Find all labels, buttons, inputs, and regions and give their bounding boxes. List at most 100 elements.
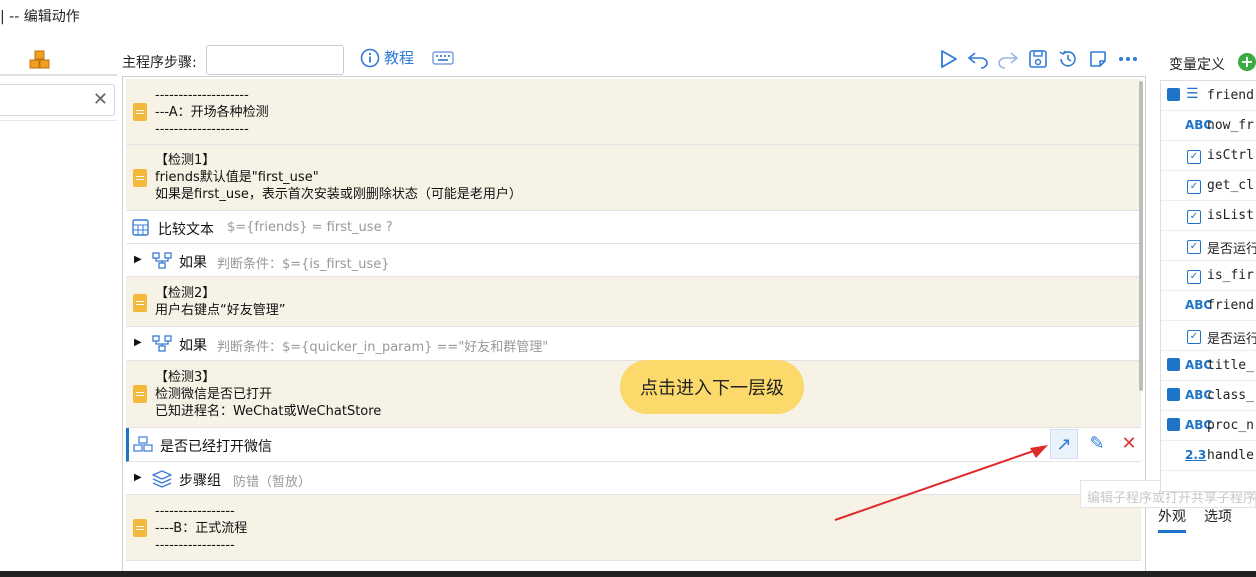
variable-name: now_fr bbox=[1207, 118, 1254, 133]
step-hint: 判断条件：$={quicker_in_param} =="好友和群管理" bbox=[217, 340, 549, 355]
variable-name: get_cl bbox=[1207, 178, 1254, 193]
step-label: 主程序步骤: bbox=[122, 55, 197, 71]
variable-name: isList bbox=[1207, 208, 1254, 223]
checkbox-type-icon: ✓ bbox=[1187, 238, 1201, 254]
subprogram-icon bbox=[133, 436, 153, 452]
if-step[interactable]: ▶ 如果 判断条件：$={is_first_use} bbox=[126, 244, 1141, 277]
variables-tabs: 外观 选项 bbox=[1158, 506, 1232, 533]
tab-appearance[interactable]: 外观 bbox=[1158, 506, 1186, 533]
step-list-scrollbar[interactable] bbox=[1139, 81, 1143, 391]
checkbox-type-icon: ✓ bbox=[1187, 178, 1201, 194]
taskbar-strip bbox=[0, 571, 1256, 577]
variable-item[interactable]: ✓ 是否运行 bbox=[1161, 231, 1256, 261]
keyboard-icon[interactable] bbox=[432, 50, 454, 65]
run-icon[interactable] bbox=[936, 47, 960, 71]
redo-icon[interactable] bbox=[996, 47, 1020, 71]
tutorial-label: 教程 bbox=[384, 49, 415, 67]
variable-item[interactable]: ABC title_ bbox=[1161, 351, 1256, 381]
variables-title: 变量定义 bbox=[1169, 57, 1225, 73]
note-step[interactable]: -------------------- ---A：开场各种检测 -------… bbox=[126, 79, 1141, 145]
title-bar: | -- 编辑动作 bbox=[0, 0, 1256, 30]
tab-options[interactable]: 选项 bbox=[1204, 506, 1232, 533]
step-title: 步骤组 bbox=[179, 473, 221, 489]
if-step[interactable]: ▶ 如果 判断条件：$={quicker_in_param} =="好友和群管理… bbox=[126, 327, 1141, 361]
variable-name: 是否运行 bbox=[1207, 332, 1256, 347]
variable-name: friend bbox=[1207, 298, 1254, 313]
save-icon bbox=[1167, 388, 1180, 404]
variable-name: handle bbox=[1207, 448, 1254, 463]
save-icon[interactable] bbox=[1026, 47, 1050, 71]
variable-item[interactable]: ABC proc_n bbox=[1161, 411, 1256, 441]
variable-name: 是否运行 bbox=[1207, 242, 1256, 257]
note-text: -------------------- ---A：开场各种检测 -------… bbox=[155, 88, 269, 137]
note-step[interactable]: 【检测2】 用户右键点“好友管理” bbox=[126, 277, 1141, 327]
row-actions: ↗ ✎ ✕ bbox=[1050, 429, 1142, 459]
variable-name: title_ bbox=[1207, 358, 1254, 373]
variable-item[interactable]: ABC now_fr bbox=[1161, 111, 1256, 141]
expand-icon[interactable]: ▶ bbox=[134, 472, 142, 483]
delete-icon[interactable]: ✕ bbox=[1116, 429, 1142, 457]
note-icon bbox=[133, 169, 147, 187]
modules-icon[interactable] bbox=[28, 50, 52, 74]
checkbox-type-icon: ✓ bbox=[1187, 328, 1201, 344]
checkbox-type-icon: ✓ bbox=[1187, 208, 1201, 224]
expand-icon[interactable]: ▶ bbox=[134, 337, 142, 348]
layers-icon bbox=[152, 470, 172, 488]
undo-icon[interactable] bbox=[966, 47, 990, 71]
compare-text-step[interactable]: 比较文本 $={friends} = first_use ? bbox=[126, 211, 1141, 244]
edit-icon[interactable]: ✎ bbox=[1084, 429, 1110, 457]
variable-name: proc_n bbox=[1207, 418, 1254, 433]
variable-name: friend bbox=[1207, 88, 1254, 103]
tutorial-link[interactable]: 教程 bbox=[360, 47, 454, 68]
save-icon bbox=[1167, 418, 1180, 434]
left-search-input[interactable]: ✕ bbox=[0, 84, 115, 116]
variable-item[interactable]: ✓ isList bbox=[1161, 201, 1256, 231]
note-text: ----------------- ----B：正式流程 -----------… bbox=[155, 504, 248, 553]
step-title: 如果 bbox=[179, 338, 207, 354]
save-icon bbox=[1167, 358, 1180, 374]
step-input[interactable] bbox=[206, 45, 344, 75]
variable-item[interactable]: ✓ get_cl bbox=[1161, 171, 1256, 201]
variable-item[interactable]: ☰ friend bbox=[1161, 81, 1256, 111]
step-title: 比较文本 bbox=[158, 222, 214, 238]
left-panel: ✕ bbox=[0, 46, 117, 571]
note-icon[interactable] bbox=[1086, 47, 1110, 71]
history-icon[interactable] bbox=[1056, 47, 1080, 71]
toolbar-actions bbox=[936, 47, 1140, 71]
note-step[interactable]: 【检测1】 friends默认值是"first_use" 如果是first_us… bbox=[126, 145, 1141, 211]
variable-name: isCtrl bbox=[1207, 148, 1254, 163]
note-icon bbox=[133, 294, 147, 312]
variable-item[interactable]: ✓ is_fir bbox=[1161, 261, 1256, 291]
window-title: | -- 编辑动作 bbox=[0, 9, 80, 25]
variable-item[interactable]: ✓ 是否运行 bbox=[1161, 321, 1256, 351]
variables-panel: 变量定义 + ☰ friend ABC now_fr ✓ isCtrl ✓ ge… bbox=[1148, 46, 1256, 571]
variable-name: class_ bbox=[1207, 388, 1254, 403]
left-divider bbox=[0, 120, 117, 121]
step-toolbar: 主程序步骤: 教程 bbox=[120, 43, 1144, 77]
note-text: 【检测1】 friends默认值是"first_use" 如果是first_us… bbox=[155, 153, 522, 202]
note-icon bbox=[133, 103, 147, 121]
variable-item[interactable]: ABC friend bbox=[1161, 291, 1256, 321]
step-hint: 防错（暂放） bbox=[233, 475, 312, 490]
expand-icon[interactable]: ▶ bbox=[134, 254, 142, 265]
annotation-callout: 点击进入下一层级 bbox=[620, 360, 804, 414]
step-title: 如果 bbox=[179, 255, 207, 271]
list-icon: ☰ bbox=[1186, 86, 1199, 102]
add-variable-icon[interactable]: + bbox=[1238, 53, 1256, 71]
variable-item[interactable]: 2.3 handle bbox=[1161, 441, 1256, 471]
more-icon[interactable] bbox=[1116, 47, 1140, 71]
branch-icon bbox=[152, 252, 172, 269]
variable-item[interactable]: ✓ isCtrl bbox=[1161, 141, 1256, 171]
variable-item[interactable]: ABC class_ bbox=[1161, 381, 1256, 411]
checkbox-type-icon: ✓ bbox=[1187, 268, 1201, 284]
note-text: 【检测2】 用户右键点“好友管理” bbox=[155, 286, 286, 318]
variable-list: ☰ friend ABC now_fr ✓ isCtrl ✓ get_cl ✓ … bbox=[1160, 80, 1256, 492]
annotation-arrow bbox=[834, 445, 1048, 521]
calculator-icon bbox=[132, 219, 149, 236]
clear-icon[interactable]: ✕ bbox=[93, 89, 108, 110]
note-icon bbox=[133, 385, 147, 403]
checkbox-type-icon: ✓ bbox=[1187, 148, 1201, 164]
step-hint: 判断条件：$={is_first_use} bbox=[217, 257, 390, 272]
info-icon bbox=[360, 48, 380, 67]
left-tab-underline bbox=[0, 74, 117, 76]
